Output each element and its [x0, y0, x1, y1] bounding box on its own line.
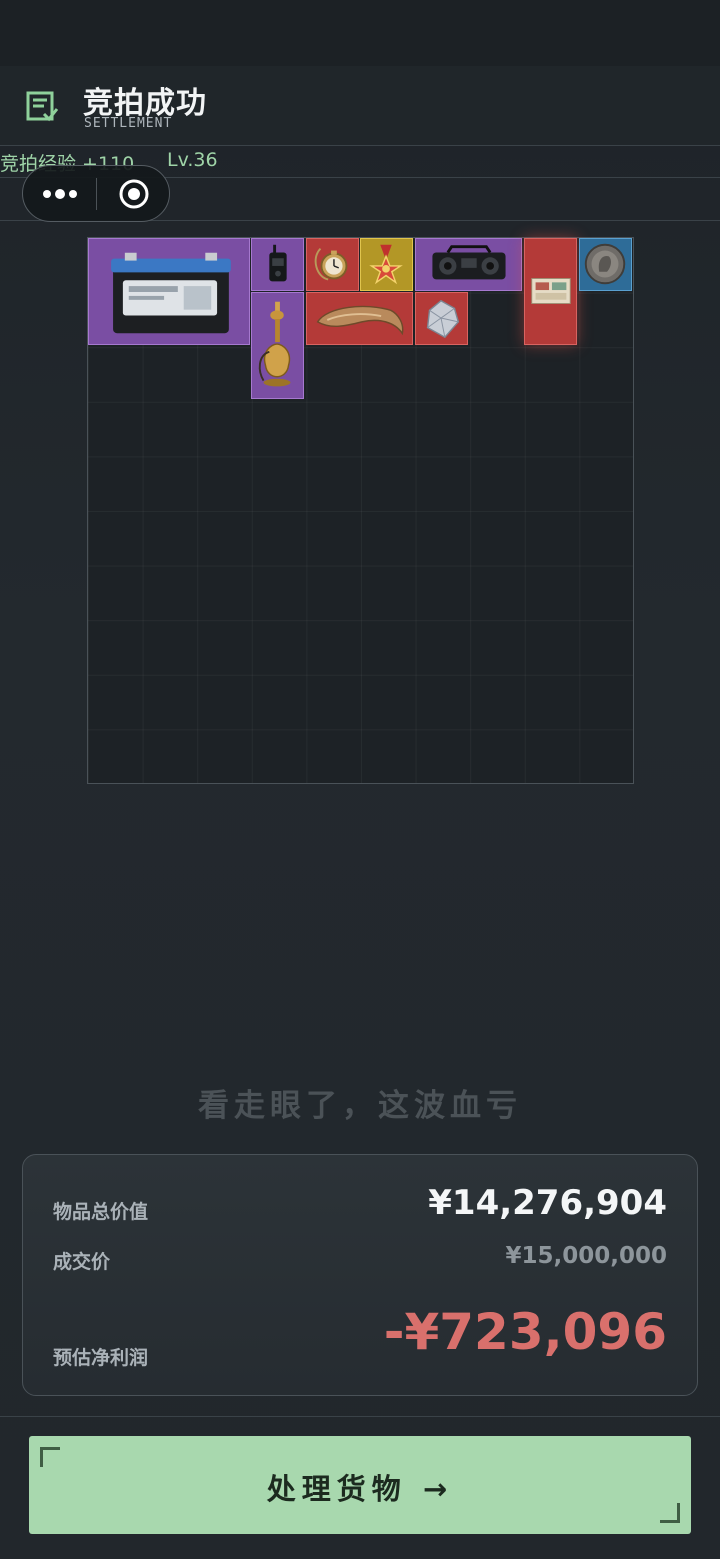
total-value-label: 物品总价值 [53, 1201, 149, 1223]
item-hookah[interactable] [251, 292, 304, 399]
total-value: ¥14,276,904 [428, 1183, 667, 1223]
item-medal[interactable] [360, 238, 413, 291]
document-edit-icon [26, 91, 59, 122]
radio-icon [269, 244, 287, 282]
corner-bracket-top-left [40, 1447, 60, 1467]
more-dots-icon[interactable] [41, 178, 79, 210]
item-banknotes[interactable] [524, 238, 577, 345]
battery-icon [111, 252, 231, 334]
item-fossil-claw[interactable] [306, 292, 413, 345]
settlement-summary-card: 物品总价值 ¥14,276,904 成交价 ¥15,000,000 预估净利润 … [22, 1154, 698, 1396]
coin-icon [584, 243, 626, 285]
hookah-icon [258, 301, 291, 387]
inventory-grid [87, 237, 634, 784]
boombox-icon [432, 245, 506, 280]
diamond-icon [426, 299, 460, 339]
settlement-header: 竞拍成功 SETTLEMENT [0, 66, 720, 146]
profit-label: 预估净利润 [53, 1347, 149, 1369]
pocket-watch-icon [314, 247, 348, 281]
status-area [0, 0, 720, 66]
item-walkie-talkie[interactable] [251, 238, 304, 291]
claw-icon [316, 305, 404, 336]
item-diamond[interactable] [415, 292, 468, 345]
result-slogan: 看走眼了，这波血亏 [198, 1088, 522, 1124]
item-pocket-watch[interactable] [306, 238, 359, 291]
item-ancient-coin[interactable] [579, 238, 632, 291]
item-car-battery[interactable] [88, 238, 250, 345]
medal-icon [369, 244, 403, 285]
level-text: Lv.36 [167, 149, 218, 171]
process-goods-button[interactable]: 处理货物 → [29, 1436, 691, 1534]
page-subtitle: SETTLEMENT [84, 116, 173, 131]
estimated-net-profit: -¥723,096 [383, 1303, 667, 1361]
target-close-icon[interactable] [118, 178, 150, 210]
process-goods-label: 处理货物 → [266, 1472, 454, 1506]
deal-price: ¥15,000,000 [505, 1243, 667, 1269]
capsule-divider [96, 178, 97, 210]
mini-program-capsule [22, 165, 170, 222]
deal-price-label: 成交价 [53, 1251, 111, 1273]
item-boombox[interactable] [415, 238, 522, 291]
banknote-icon [531, 278, 571, 305]
bottom-divider [0, 1416, 720, 1417]
